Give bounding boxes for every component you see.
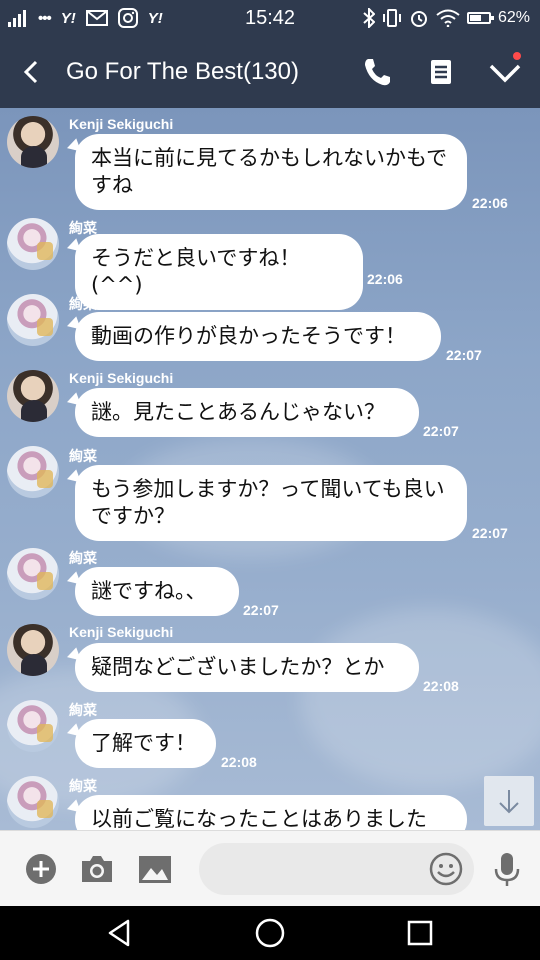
square-recents-icon xyxy=(407,920,433,946)
battery-icon xyxy=(466,12,494,24)
nav-recents-button[interactable] xyxy=(402,915,438,951)
message-bubble[interactable]: そうだと良いですね！(^^) xyxy=(75,234,363,310)
message-bubble[interactable]: もう参加しますか？って聞いても良いですか？ xyxy=(75,465,467,541)
message-bubble[interactable]: 謎ですね。、 xyxy=(75,567,239,616)
sender-name: Kenji Sekiguchi xyxy=(69,116,174,132)
message-bubble[interactable]: 以前ご覧になったことはありました xyxy=(75,795,467,830)
message-input-bar xyxy=(0,830,540,906)
plus-circle-icon xyxy=(26,854,56,884)
menu-dropdown-button[interactable] xyxy=(485,52,525,92)
message-time: 22:08 xyxy=(423,678,459,694)
avatar[interactable] xyxy=(7,218,59,270)
alarm-icon xyxy=(410,11,427,27)
message-bubble[interactable]: 了解です！ xyxy=(75,719,216,768)
avatar[interactable] xyxy=(7,294,59,346)
avatar[interactable] xyxy=(7,624,59,676)
sender-name: Kenji Sekiguchi xyxy=(69,370,174,386)
image-icon xyxy=(139,856,171,883)
back-arrow-icon xyxy=(23,60,38,84)
avatar[interactable] xyxy=(7,548,59,600)
chat-messages[interactable]: Kenji Sekiguchi 本当に前に見てるかもしれないかもですね 22:06 絢… xyxy=(0,108,540,830)
message-time: 22:08 xyxy=(221,754,257,770)
avatar[interactable] xyxy=(7,446,59,498)
message-time: 22:07 xyxy=(472,525,508,541)
voice-button[interactable] xyxy=(488,850,526,888)
notes-icon xyxy=(431,60,451,84)
message-time: 22:06 xyxy=(472,195,508,211)
status-right-icons: 62% xyxy=(363,6,530,30)
battery-percent: 62% xyxy=(497,9,530,26)
notes-button[interactable] xyxy=(421,52,461,92)
avatar[interactable] xyxy=(7,776,59,828)
message-bubble[interactable]: 疑問などございましたか？とか xyxy=(75,643,419,692)
sender-name: 絢菜 xyxy=(69,296,97,312)
wifi-icon xyxy=(436,9,460,27)
message-time: 22:07 xyxy=(423,423,459,439)
gallery-button[interactable] xyxy=(136,850,174,888)
chat-header: Go For The Best(130) xyxy=(0,36,540,108)
circle-home-icon xyxy=(255,918,285,948)
scroll-down-button[interactable] xyxy=(484,776,534,826)
sender-name: 絢菜 xyxy=(69,550,97,566)
nav-home-button[interactable] xyxy=(252,915,288,951)
message-time: 22:06 xyxy=(367,271,403,287)
back-button[interactable] xyxy=(14,54,50,90)
bluetooth-icon xyxy=(363,8,375,28)
camera-icon xyxy=(82,856,112,882)
message-bubble[interactable]: 動画の作りが良かったそうです！ xyxy=(75,312,441,361)
vibrate-icon xyxy=(382,9,401,27)
message-time: 22:07 xyxy=(243,602,279,618)
triangle-back-icon xyxy=(108,919,130,947)
smiley-icon xyxy=(429,852,463,886)
message-bubble[interactable]: 本当に前に見てるかもしれないかもですね xyxy=(75,134,467,210)
sender-name: Kenji Sekiguchi xyxy=(69,624,174,640)
avatar[interactable] xyxy=(7,116,59,168)
camera-button[interactable] xyxy=(78,850,116,888)
add-button[interactable] xyxy=(22,850,60,888)
emoji-button[interactable] xyxy=(427,850,465,888)
sender-name: 絢菜 xyxy=(69,702,97,718)
avatar[interactable] xyxy=(7,370,59,422)
message-bubble[interactable]: 謎。見たことあるんじゃない？ xyxy=(75,388,419,437)
sender-name: 絢菜 xyxy=(69,448,97,464)
avatar[interactable] xyxy=(7,700,59,752)
message-time: 22:07 xyxy=(446,347,482,363)
nav-back-button[interactable] xyxy=(102,915,138,951)
call-button[interactable] xyxy=(357,52,397,92)
arrow-down-icon xyxy=(499,790,519,814)
status-bar: ••• Y! Y! 15:42 62% xyxy=(0,0,540,36)
microphone-icon xyxy=(494,853,520,886)
notification-dot xyxy=(513,52,521,60)
system-nav-bar xyxy=(0,906,540,960)
chat-title: Go For The Best(130) xyxy=(66,58,299,85)
sender-name: 絢菜 xyxy=(69,778,97,794)
phone-icon xyxy=(365,59,390,86)
